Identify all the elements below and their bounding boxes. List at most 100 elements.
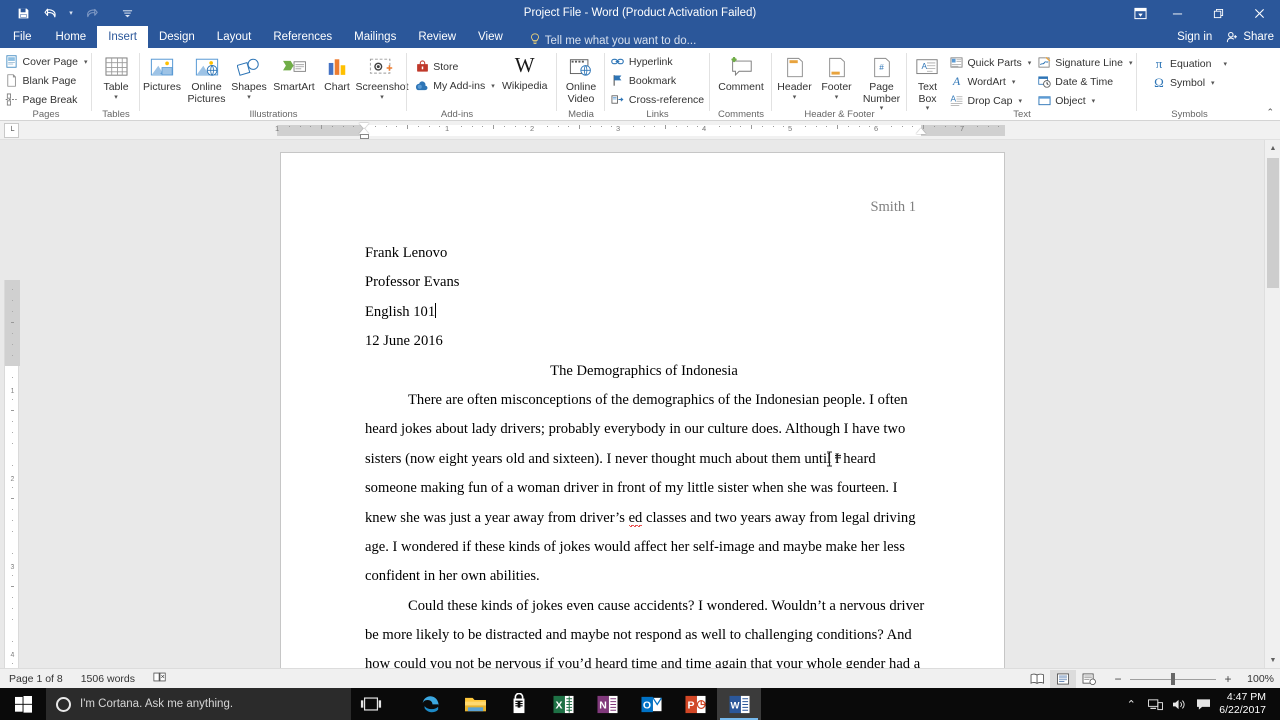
redo-icon[interactable] <box>78 2 104 24</box>
horizontal-ruler[interactable]: └ 1 1 2 3 4 5 6 7 <box>0 121 1280 140</box>
zoom-slider[interactable] <box>1130 673 1216 685</box>
chevron-down-icon[interactable]: ▾ <box>247 95 251 101</box>
pictures-button[interactable]: Pictures <box>139 51 185 94</box>
clock[interactable]: 4:47 PM 6/22/2017 <box>1215 691 1274 717</box>
word-icon[interactable]: W <box>717 688 761 720</box>
chevron-down-icon[interactable]: ▾ <box>1129 59 1133 67</box>
screenshot-button[interactable]: Screenshot ▾ <box>356 51 408 101</box>
zoom-control[interactable]: − + 100% <box>1112 672 1274 686</box>
online-video-button[interactable]: Online Video <box>557 51 605 105</box>
right-indent-marker[interactable] <box>916 128 926 134</box>
volume-icon[interactable] <box>1167 688 1191 720</box>
minimize-button[interactable] <box>1157 0 1198 26</box>
undo-dropdown-icon[interactable]: ▾ <box>66 9 76 17</box>
misspelled-word[interactable]: ed <box>629 510 643 529</box>
file-explorer-icon[interactable] <box>453 688 497 720</box>
shapes-button[interactable]: Shapes ▾ <box>228 51 270 101</box>
ribbon-display-options-icon[interactable] <box>1123 0 1157 26</box>
zoom-slider-thumb[interactable] <box>1171 673 1175 685</box>
smartart-button[interactable]: SmartArt <box>270 51 318 94</box>
bookmark-button[interactable]: Bookmark <box>608 71 707 90</box>
restore-button[interactable] <box>1198 0 1239 26</box>
chevron-down-icon[interactable]: ▾ <box>793 95 797 101</box>
footer-button[interactable]: Footer ▾ <box>816 51 858 101</box>
onenote-icon[interactable]: N <box>585 688 629 720</box>
tab-home[interactable]: Home <box>45 26 98 48</box>
object-button[interactable]: Object ▾ <box>1034 91 1135 110</box>
chart-button[interactable]: Chart <box>318 51 356 94</box>
vertical-scrollbar[interactable]: ▲ ▼ <box>1264 140 1280 668</box>
edge-icon[interactable] <box>409 688 453 720</box>
comment-button[interactable]: Comment <box>712 51 770 94</box>
excel-icon[interactable]: X <box>541 688 585 720</box>
cross-reference-button[interactable]: Cross-reference <box>608 90 707 109</box>
chevron-down-icon[interactable]: ▾ <box>491 82 495 90</box>
chevron-down-icon[interactable]: ▾ <box>1223 60 1227 68</box>
microsoft-store-icon[interactable] <box>497 688 541 720</box>
wikipedia-button[interactable]: W Wikipedia <box>498 51 552 93</box>
print-layout-view-button[interactable] <box>1050 670 1076 688</box>
tab-mailings[interactable]: Mailings <box>343 26 407 48</box>
windows-logo-icon[interactable] <box>0 688 46 720</box>
tab-stop-selector[interactable]: └ <box>4 123 19 138</box>
tab-insert[interactable]: Insert <box>97 26 148 48</box>
page-break-button[interactable]: Page Break <box>2 90 91 109</box>
customize-qat-icon[interactable] <box>114 2 140 24</box>
chevron-down-icon[interactable]: ▾ <box>835 95 839 101</box>
online-pictures-button[interactable]: Online Pictures <box>185 51 228 105</box>
date-time-button[interactable]: Date & Time <box>1034 72 1135 91</box>
chevron-down-icon[interactable]: ▾ <box>1012 78 1016 86</box>
page-count-status[interactable]: Page 1 of 8 <box>0 673 72 685</box>
scroll-up-button[interactable]: ▲ <box>1265 140 1280 156</box>
tab-file[interactable]: File <box>0 26 45 48</box>
tab-view[interactable]: View <box>467 26 514 48</box>
undo-icon[interactable] <box>38 2 64 24</box>
scroll-down-button[interactable]: ▼ <box>1265 652 1280 668</box>
sign-in-link[interactable]: Sign in <box>1177 31 1212 43</box>
table-button[interactable]: Table ▾ <box>92 51 140 101</box>
zoom-out-button[interactable]: − <box>1112 672 1124 686</box>
powerpoint-icon[interactable]: P <box>673 688 717 720</box>
share-button[interactable]: Share <box>1226 31 1274 44</box>
tab-design[interactable]: Design <box>148 26 206 48</box>
blank-page-button[interactable]: Blank Page <box>2 71 91 90</box>
cortana-search-box[interactable]: I'm Cortana. Ask me anything. <box>46 688 351 720</box>
wordart-button[interactable]: A WordArt ▾ <box>946 72 1034 91</box>
save-icon[interactable] <box>10 2 36 24</box>
outlook-icon[interactable]: O <box>629 688 673 720</box>
proofing-errors-icon[interactable]: ✕ <box>144 671 176 686</box>
chevron-down-icon[interactable]: ▾ <box>84 58 88 66</box>
show-hidden-icons-icon[interactable]: ⌃ <box>1119 688 1143 720</box>
network-icon[interactable] <box>1143 688 1167 720</box>
read-mode-view-button[interactable] <box>1024 670 1050 688</box>
task-view-icon[interactable] <box>351 688 391 720</box>
my-addins-button[interactable]: My Add-ins ▾ <box>412 76 497 95</box>
chevron-down-icon[interactable]: ▾ <box>1211 79 1215 87</box>
drop-cap-button[interactable]: A Drop Cap ▾ <box>946 91 1034 110</box>
header-button[interactable]: Header ▾ <box>774 51 816 101</box>
chevron-down-icon[interactable]: ▾ <box>1018 97 1022 105</box>
chevron-down-icon[interactable]: ▾ <box>114 95 118 101</box>
action-center-icon[interactable] <box>1191 688 1215 720</box>
equation-button[interactable]: π Equation ▾ <box>1149 54 1230 73</box>
document-page[interactable]: Smith 1 Frank Lenovo Professor Evans Eng… <box>280 152 1005 668</box>
web-layout-view-button[interactable] <box>1076 670 1102 688</box>
text-box-button[interactable]: A Text Box ▾ <box>908 51 946 112</box>
chevron-down-icon[interactable]: ▾ <box>1092 97 1096 105</box>
tab-layout[interactable]: Layout <box>206 26 263 48</box>
chevron-down-icon[interactable]: ▾ <box>1028 59 1032 67</box>
signature-line-button[interactable]: Signature Line ▾ <box>1034 53 1135 72</box>
store-button[interactable]: Store <box>412 57 497 76</box>
collapse-ribbon-button[interactable]: ⌃ <box>1266 107 1274 118</box>
page-number-button[interactable]: # Page Number ▾ <box>858 51 906 112</box>
tab-references[interactable]: References <box>262 26 343 48</box>
tab-review[interactable]: Review <box>407 26 467 48</box>
word-count-status[interactable]: 1506 words <box>72 673 144 685</box>
vertical-ruler[interactable]: 1 2 3 4 5 <box>4 280 19 720</box>
hyperlink-button[interactable]: Hyperlink <box>608 52 707 71</box>
quick-parts-button[interactable]: Quick Parts ▾ <box>946 53 1034 72</box>
scrollbar-thumb[interactable] <box>1267 158 1279 288</box>
symbol-button[interactable]: Ω Symbol ▾ <box>1149 73 1230 92</box>
cover-page-button[interactable]: Cover Page ▾ <box>2 52 91 71</box>
zoom-level-label[interactable]: 100% <box>1240 673 1274 685</box>
